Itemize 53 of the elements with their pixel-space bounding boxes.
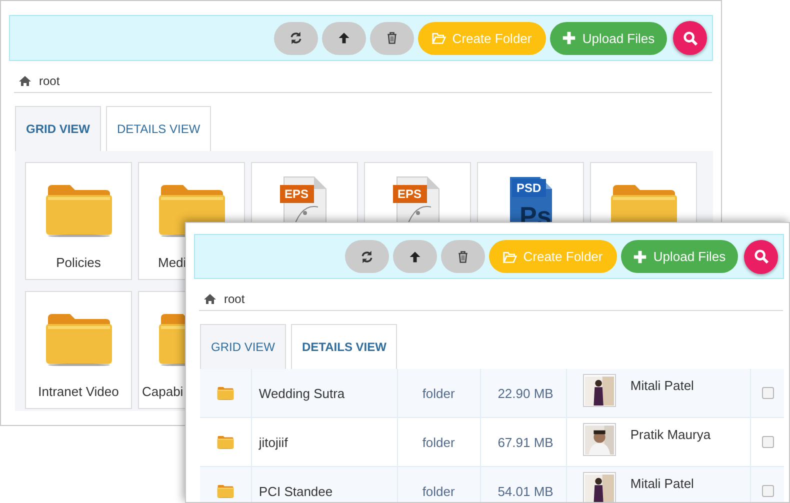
view-tab[interactable]: GRID VIEW [15, 106, 102, 151]
folder-open-icon [432, 31, 446, 45]
file-type-label: PSD [512, 179, 546, 197]
search-button[interactable] [673, 21, 707, 55]
refresh-button[interactable] [274, 22, 318, 54]
checkbox[interactable] [762, 387, 774, 399]
grid-item[interactable]: Capabi [138, 291, 186, 409]
plus-icon [562, 31, 576, 45]
delete-button[interactable] [441, 240, 485, 273]
user-name: Pratik Maurya [630, 426, 711, 442]
checkbox[interactable] [762, 485, 774, 497]
file-name[interactable]: PCI Standee [252, 467, 398, 502]
file-size: 54.01 MB [480, 467, 568, 502]
user-name: Mitali Patel [630, 475, 694, 491]
view-tab[interactable]: GRID VIEW [200, 324, 286, 369]
breadcrumb-link[interactable]: root [224, 292, 245, 306]
view-tab[interactable]: DETAILS VIEW [291, 324, 398, 369]
arrow-up-icon [408, 250, 422, 264]
file-name[interactable]: Wedding Sutra [252, 369, 398, 417]
breadcrumb-link[interactable]: root [39, 74, 60, 88]
grid-item[interactable]: Policies [25, 162, 132, 280]
grid-item-label: Medi [158, 255, 186, 270]
user-name: Mitali Patel [630, 377, 694, 393]
up-button[interactable] [393, 240, 437, 273]
home-icon [204, 292, 216, 304]
home-icon [19, 74, 31, 86]
folder-open-icon [503, 250, 518, 264]
refresh-icon [360, 250, 374, 264]
trash-icon [456, 250, 470, 264]
file-name[interactable]: jitojiif [252, 418, 398, 466]
refresh-icon [289, 31, 303, 45]
file-type-label: EPS [280, 185, 314, 203]
file-size: 22.90 MB [480, 369, 568, 417]
file-type: folder [398, 418, 480, 466]
arrow-up-icon [337, 31, 351, 45]
file-size: 67.91 MB [480, 418, 568, 466]
refresh-button[interactable] [345, 240, 389, 273]
view-tab[interactable]: DETAILS VIEW [106, 106, 212, 151]
plus-icon [633, 250, 648, 264]
search-icon [682, 30, 698, 46]
file-type: folder [398, 467, 480, 502]
grid-item[interactable]: Intranet Video [25, 291, 132, 409]
file-type: folder [398, 369, 480, 417]
search-button[interactable] [744, 240, 778, 274]
grid-item-label: Policies [56, 255, 101, 270]
file-type-label: EPS [392, 185, 427, 203]
delete-button[interactable] [370, 22, 414, 54]
up-button[interactable] [322, 22, 366, 54]
search-icon [754, 249, 768, 264]
grid-item-label: Capabi [142, 384, 184, 399]
trash-icon [385, 31, 399, 45]
checkbox[interactable] [762, 436, 774, 448]
grid-item-label: Intranet Video [38, 384, 119, 399]
